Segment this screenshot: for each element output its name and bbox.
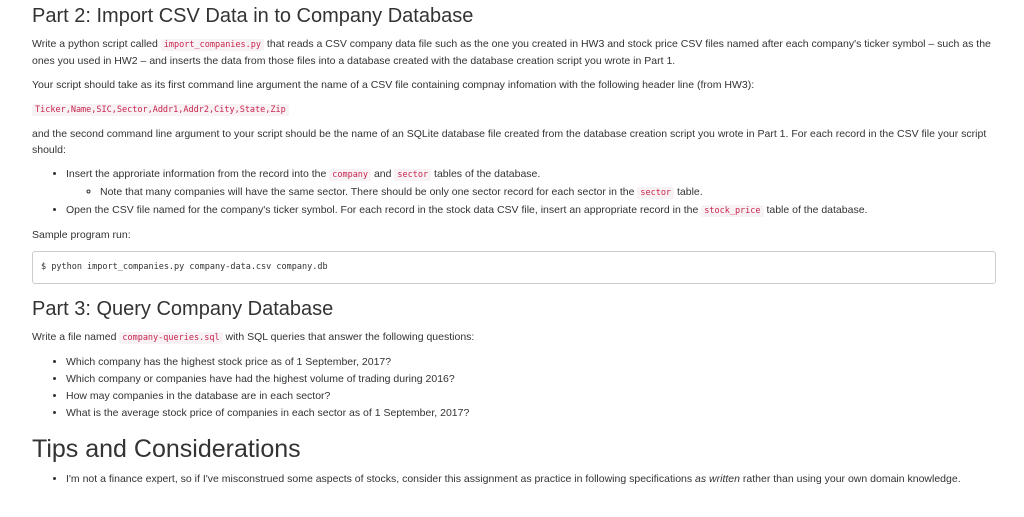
sample-run-label: Sample program run: [32,229,131,241]
inline-code-stock-price: stock_price [701,205,764,217]
text: table. [674,186,703,198]
part2-steps-list: Insert the approriate information from t… [32,166,996,219]
text: rather than using your own domain knowle… [739,473,961,485]
list-item: Which company has the highest stock pric… [66,354,996,370]
inline-code-sector: sector [394,169,432,181]
text: I'm not a finance expert, so if I've mis… [66,473,696,485]
text: with SQL queries that answer the followi… [222,331,475,343]
part3-heading: Part 3: Query Company Database [32,298,334,320]
document-page: Part 2: Import CSV Data in to Company Da… [0,0,1024,487]
inline-code-header-line: Ticker,Name,SIC,Sector,Addr1,Addr2,City,… [32,104,289,116]
part3-questions-list: Which company has the highest stock pric… [32,354,996,421]
text: tables of the database. [431,168,541,180]
header-line-row: Ticker,Name,SIC,Sector,Addr1,Addr2,City,… [32,101,996,118]
inline-code-company-queries: company-queries.sql [119,332,223,344]
list-item: Which company or companies have had the … [66,371,996,387]
part3-intro-paragraph: Write a file named company-queries.sql w… [32,329,996,346]
inline-code-import-companies: import_companies.py [160,39,265,51]
part2-sub-list: Note that many companies will have the s… [66,184,996,201]
part2-heading: Part 2: Import CSV Data in to Company Da… [32,5,474,27]
text: Open the CSV file named for the company'… [66,204,702,216]
list-item: What is the average stock price of compa… [66,405,996,421]
list-item: Insert the approriate information from t… [66,166,996,201]
text: Note that many companies will have the s… [100,186,638,198]
list-item: How may companies in the database are in… [66,388,996,404]
inline-code-sector: sector [637,187,675,199]
part2-second-arg-paragraph: and the second command line argument to … [32,128,987,156]
part2-args-paragraph: Your script should take as its first com… [32,79,755,91]
list-item: I'm not a finance expert, so if I've mis… [66,471,996,487]
text: Write a file named [32,331,120,343]
list-item: Note that many companies will have the s… [100,184,996,201]
text: Insert the approriate information from t… [66,168,330,180]
text: Write a python script called [32,38,161,50]
sample-command-block: $ python import_companies.py company-dat… [32,251,996,284]
text: table of the database. [763,204,868,216]
tips-list: I'm not a finance expert, so if I've mis… [32,471,996,487]
text: and [371,168,395,180]
list-item: Open the CSV file named for the company'… [66,202,996,219]
emphasis-text: as written [695,473,740,485]
part2-intro-paragraph: Write a python script called import_comp… [32,36,996,69]
tips-heading: Tips and Considerations [32,435,301,463]
inline-code-company: company [329,169,372,181]
